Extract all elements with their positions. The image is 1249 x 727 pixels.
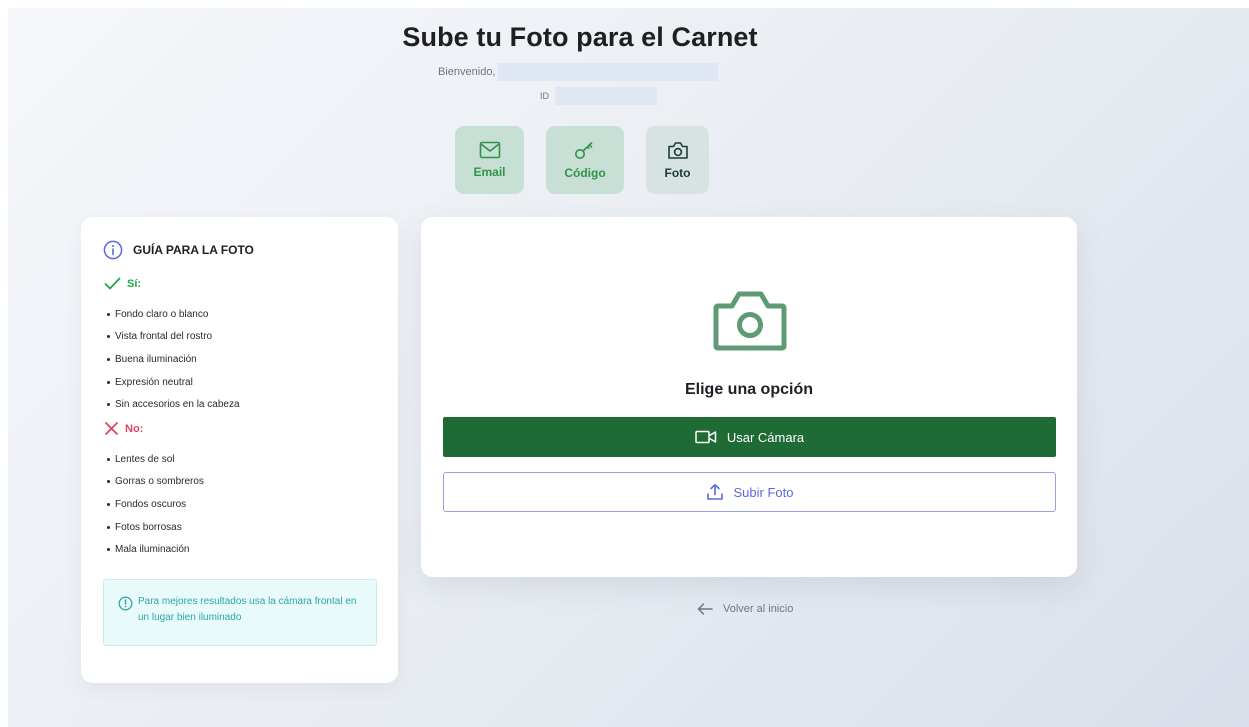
back-to-home-link[interactable]: Volver al inicio bbox=[697, 603, 793, 615]
back-link-label: Volver al inicio bbox=[723, 603, 794, 615]
no-section-header: No: bbox=[104, 421, 143, 436]
step-email-label: Email bbox=[473, 165, 506, 179]
use-camera-label: Usar Cámara bbox=[726, 429, 805, 445]
step-email[interactable]: Email bbox=[455, 126, 524, 194]
id-row: ID bbox=[540, 86, 657, 106]
check-icon bbox=[104, 277, 121, 290]
list-item: Sin accesorios en la cabeza bbox=[104, 393, 240, 416]
step-photo[interactable]: Foto bbox=[646, 126, 709, 194]
photo-upload-card: Elige una opción Usar Cámara Subir Foto bbox=[421, 217, 1077, 577]
list-item: Fondo claro o blanco bbox=[104, 303, 240, 326]
guide-title: GUÍA PARA LA FOTO bbox=[133, 243, 254, 257]
upload-photo-button[interactable]: Subir Foto bbox=[443, 472, 1056, 512]
tip-box: Para mejores resultados usa la cámara fr… bbox=[103, 579, 377, 646]
cross-icon bbox=[105, 422, 118, 435]
step-code-label: Código bbox=[564, 166, 606, 180]
list-item: Fotos borrosas bbox=[104, 516, 204, 539]
choose-option-title: Elige una opción bbox=[684, 381, 813, 398]
no-label: No: bbox=[125, 422, 144, 435]
no-list: Lentes de sol Gorras o sombreros Fondos … bbox=[104, 448, 204, 561]
list-item: Expresión neutral bbox=[104, 371, 240, 394]
yes-section-header: Sí: bbox=[104, 277, 141, 290]
id-label: ID bbox=[540, 91, 549, 101]
list-item: Buena iluminación bbox=[104, 348, 240, 371]
upload-photo-label: Subir Foto bbox=[733, 484, 794, 500]
tip-text: Para mejores resultados usa la cámara fr… bbox=[138, 596, 357, 623]
user-id-redacted bbox=[555, 87, 657, 105]
user-name-redacted bbox=[497, 63, 718, 81]
page-title: Sube tu Foto para el Carnet bbox=[402, 22, 758, 52]
list-item: Mala iluminación bbox=[104, 538, 204, 561]
step-indicator: Email Código Foto bbox=[455, 126, 709, 194]
yes-label: Sí: bbox=[127, 277, 142, 290]
info-icon bbox=[103, 240, 123, 260]
alert-circle-icon bbox=[118, 596, 133, 611]
list-item: Fondos oscuros bbox=[104, 493, 204, 516]
camera-icon bbox=[713, 291, 787, 351]
use-camera-button[interactable]: Usar Cámara bbox=[443, 417, 1056, 457]
mail-icon bbox=[479, 141, 500, 159]
step-code[interactable]: Código bbox=[546, 126, 624, 194]
list-item: Vista frontal del rostro bbox=[104, 326, 240, 349]
welcome-row: Bienvenido, bbox=[438, 62, 718, 82]
list-item: Lentes de sol bbox=[104, 448, 204, 471]
yes-list: Fondo claro o blanco Vista frontal del r… bbox=[104, 303, 240, 416]
key-icon bbox=[575, 141, 593, 159]
welcome-label: Bienvenido, bbox=[438, 66, 496, 78]
guide-header: GUÍA PARA LA FOTO bbox=[103, 240, 254, 260]
upload-icon bbox=[706, 483, 723, 500]
photo-guide-panel: GUÍA PARA LA FOTO Sí: Fondo claro o blan… bbox=[81, 217, 398, 683]
camera-icon bbox=[667, 141, 688, 159]
list-item: Gorras o sombreros bbox=[104, 471, 204, 494]
step-photo-label: Foto bbox=[664, 165, 691, 180]
arrow-left-icon bbox=[697, 603, 713, 615]
video-camera-icon bbox=[695, 430, 717, 444]
page-header: Sube tu Foto para el Carnet bbox=[0, 22, 1160, 53]
